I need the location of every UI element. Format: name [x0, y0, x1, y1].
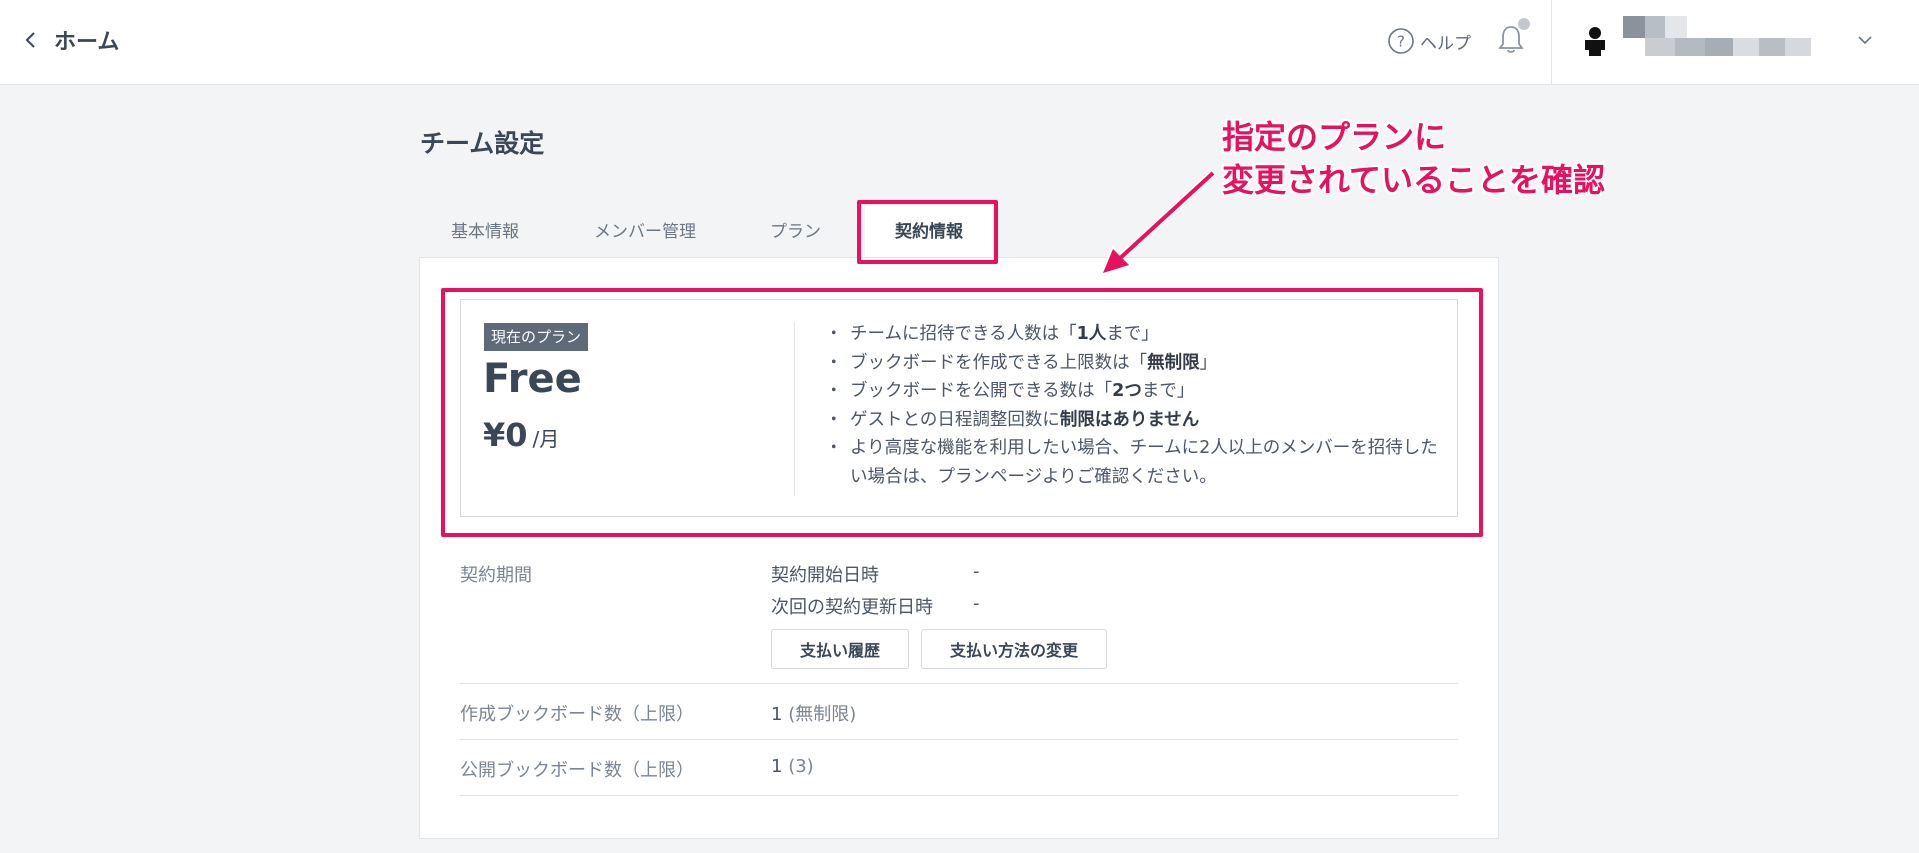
blurred-username — [1623, 16, 1813, 60]
annotation-arrow-icon — [1099, 170, 1216, 277]
header-divider — [1551, 0, 1552, 85]
row-divider — [460, 683, 1458, 684]
created-boards-value: 1 (無制限) — [771, 704, 857, 725]
public-boards-value: 1 (3) — [771, 756, 814, 777]
annotation-callout: 指定のプランに 変更されていることを確認 — [1222, 118, 1606, 199]
row-divider — [460, 795, 1458, 796]
user-icon — [1585, 27, 1605, 56]
back-home-label: ホーム — [54, 30, 120, 55]
notification-bell[interactable] — [1496, 18, 1530, 58]
renewal-date-label: 次回の契約更新日時 — [771, 597, 933, 618]
row-divider — [460, 739, 1458, 740]
tab-plan[interactable]: プラン — [770, 206, 821, 258]
top-header: ホーム ? ヘルプ — [0, 0, 1919, 85]
created-boards-label: 作成ブックボード数（上限） — [460, 704, 694, 725]
chevron-down-icon — [1858, 36, 1872, 45]
page-title: チーム設定 — [420, 129, 545, 158]
renewal-date-value: - — [973, 593, 980, 614]
change-payment-method-button[interactable]: 支払い方法の変更 — [921, 629, 1107, 669]
annotation-tab-highlight — [857, 200, 998, 264]
notification-dot — [1518, 18, 1530, 30]
payment-history-button[interactable]: 支払い履歴 — [771, 629, 909, 669]
help-label: ヘルプ — [1420, 33, 1471, 54]
public-boards-label: 公開ブックボード数（上限） — [460, 760, 694, 781]
chevron-left-icon — [25, 32, 35, 48]
help-link[interactable]: ? ヘルプ — [1387, 27, 1471, 55]
back-home-link[interactable]: ホーム — [22, 22, 119, 58]
question-circle-icon: ? — [1388, 28, 1414, 54]
tab-member-management[interactable]: メンバー管理 — [594, 206, 696, 258]
user-menu[interactable] — [1578, 14, 1898, 70]
svg-text:?: ? — [1397, 33, 1405, 51]
start-date-value: - — [973, 561, 980, 582]
tab-basic-info[interactable]: 基本情報 — [451, 206, 519, 258]
contract-period-label: 契約期間 — [460, 565, 532, 586]
annotation-card-highlight — [441, 288, 1483, 537]
start-date-label: 契約開始日時 — [771, 565, 879, 586]
